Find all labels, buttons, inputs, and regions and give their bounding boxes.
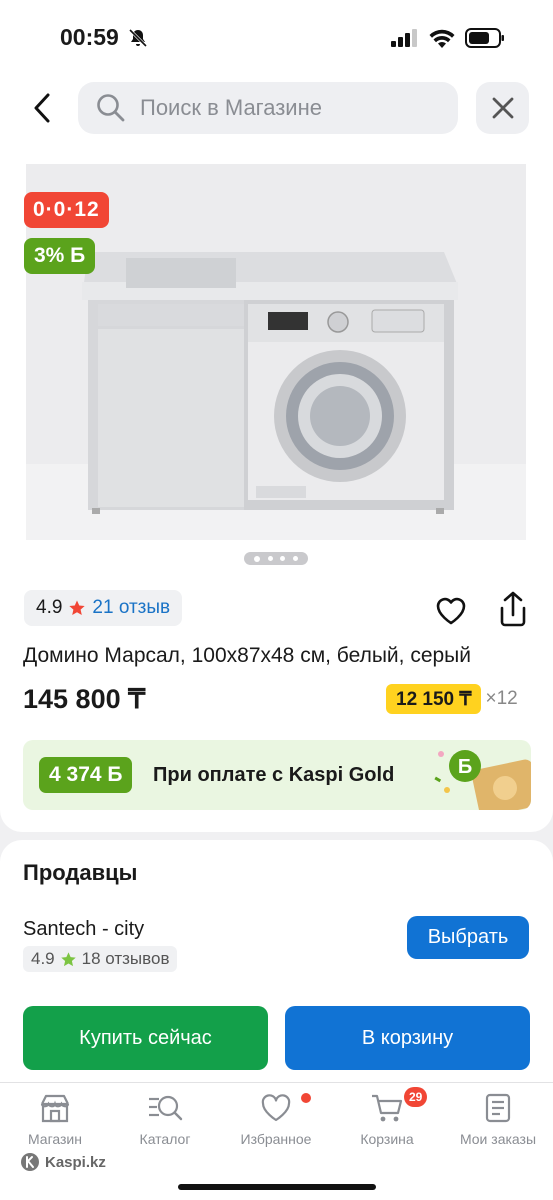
gallery-pagination[interactable] xyxy=(244,552,308,565)
reviews-link[interactable]: 21 отзыв xyxy=(92,597,170,619)
search-icon xyxy=(97,94,125,122)
seller-name[interactable]: Santech - city xyxy=(23,918,144,941)
sellers-card: Продавцы Santech - city 4.9 18 отзывов В… xyxy=(0,840,553,1100)
close-icon xyxy=(492,97,513,119)
gold-banner-text: При оплате с Kaspi Gold xyxy=(153,764,395,786)
gallery-dot[interactable] xyxy=(254,555,261,562)
search-placeholder: Поиск в Магазине xyxy=(140,95,322,120)
gallery-dot[interactable] xyxy=(267,556,273,561)
seller-reviews: 18 отзывов xyxy=(81,949,170,968)
gold-bonus-amount: 4 374 Б xyxy=(39,757,133,793)
chevron-left-icon xyxy=(34,93,50,123)
star-icon xyxy=(60,951,76,966)
tab-label: Каталог xyxy=(139,1131,191,1147)
installment-amount: 12 150 ₸ xyxy=(386,684,482,714)
rating-summary[interactable]: 4.9 21 отзыв xyxy=(24,590,183,626)
wifi-icon xyxy=(429,29,455,48)
tab-catalog[interactable]: Каталог xyxy=(110,1093,220,1147)
gallery-dot[interactable] xyxy=(292,556,298,561)
heart-icon xyxy=(261,1094,291,1122)
choose-seller-button[interactable]: Выбрать xyxy=(407,916,529,959)
status-bar: 00:59 xyxy=(0,0,553,72)
cart-count-badge: 29 xyxy=(404,1087,428,1107)
kaspi-gold-card-icon: Б xyxy=(434,750,531,810)
installment-info: 12 150 ₸ ×12 xyxy=(386,684,518,714)
tab-label: Корзина xyxy=(360,1131,414,1147)
signal-icon xyxy=(391,29,417,47)
gallery-dot[interactable] xyxy=(280,556,286,561)
share-button[interactable] xyxy=(496,590,530,628)
shop-icon xyxy=(40,1094,70,1123)
top-bar: Поиск в Магазине xyxy=(0,72,553,160)
back-button[interactable] xyxy=(22,88,62,128)
tab-label: Магазин xyxy=(27,1131,82,1147)
tab-cart[interactable]: 29 Корзина xyxy=(332,1087,442,1147)
close-button[interactable] xyxy=(476,82,529,134)
kaspi-logo-icon xyxy=(21,1153,39,1171)
tab-label: Мои заказы xyxy=(459,1131,537,1147)
star-icon xyxy=(69,600,86,615)
bottom-tab-bar: Магазин Каталог Избранное 29 Корзина Мои… xyxy=(0,1082,553,1200)
status-icons xyxy=(391,28,505,48)
status-time: 00:59 xyxy=(60,24,119,50)
orders-icon xyxy=(485,1093,511,1123)
buy-now-button[interactable]: Купить сейчас xyxy=(23,1006,268,1070)
heart-icon xyxy=(436,597,466,625)
product-title: Домино Марсал, 100x87x48 см, белый, серы… xyxy=(23,644,472,667)
tab-shop[interactable]: Магазин xyxy=(0,1093,110,1147)
catalog-icon xyxy=(149,1095,183,1121)
tab-label: Избранное xyxy=(240,1131,312,1147)
kaspi-gold-banner[interactable]: 4 374 Б При оплате с Kaspi Gold Б xyxy=(23,740,531,810)
rating-value: 4.9 xyxy=(36,597,63,618)
tab-orders[interactable]: Мои заказы xyxy=(443,1093,553,1147)
add-to-cart-button[interactable]: В корзину xyxy=(285,1006,530,1070)
kaspi-logo: Kaspi.kz xyxy=(20,1152,106,1172)
home-indicator xyxy=(178,1184,376,1190)
installment-months: ×12 xyxy=(485,688,518,709)
bell-muted-icon xyxy=(128,28,148,48)
favorites-indicator xyxy=(301,1093,311,1103)
product-card: 0·0·12 3% Б 4.9 21 отзыв Домино Марсал, … xyxy=(0,160,553,832)
tab-favorites[interactable]: Избранное xyxy=(221,1093,331,1147)
cart-icon xyxy=(372,1094,403,1122)
svg-text:Б: Б xyxy=(458,756,472,778)
bonus-badge: 3% Б xyxy=(24,238,96,274)
favorite-button[interactable] xyxy=(434,594,468,628)
sellers-heading: Продавцы xyxy=(23,860,138,885)
seller-rating: 4.9 18 отзывов xyxy=(23,946,178,972)
timer-badge: 0·0·12 xyxy=(24,192,109,228)
battery-icon xyxy=(465,28,504,48)
kaspi-logo-text: Kaspi.kz xyxy=(45,1153,106,1171)
seller-rating-value: 4.9 xyxy=(31,949,55,968)
product-price: 145 800 ₸ xyxy=(23,684,146,714)
search-input[interactable]: Поиск в Магазине xyxy=(78,82,458,134)
share-icon xyxy=(500,591,526,627)
